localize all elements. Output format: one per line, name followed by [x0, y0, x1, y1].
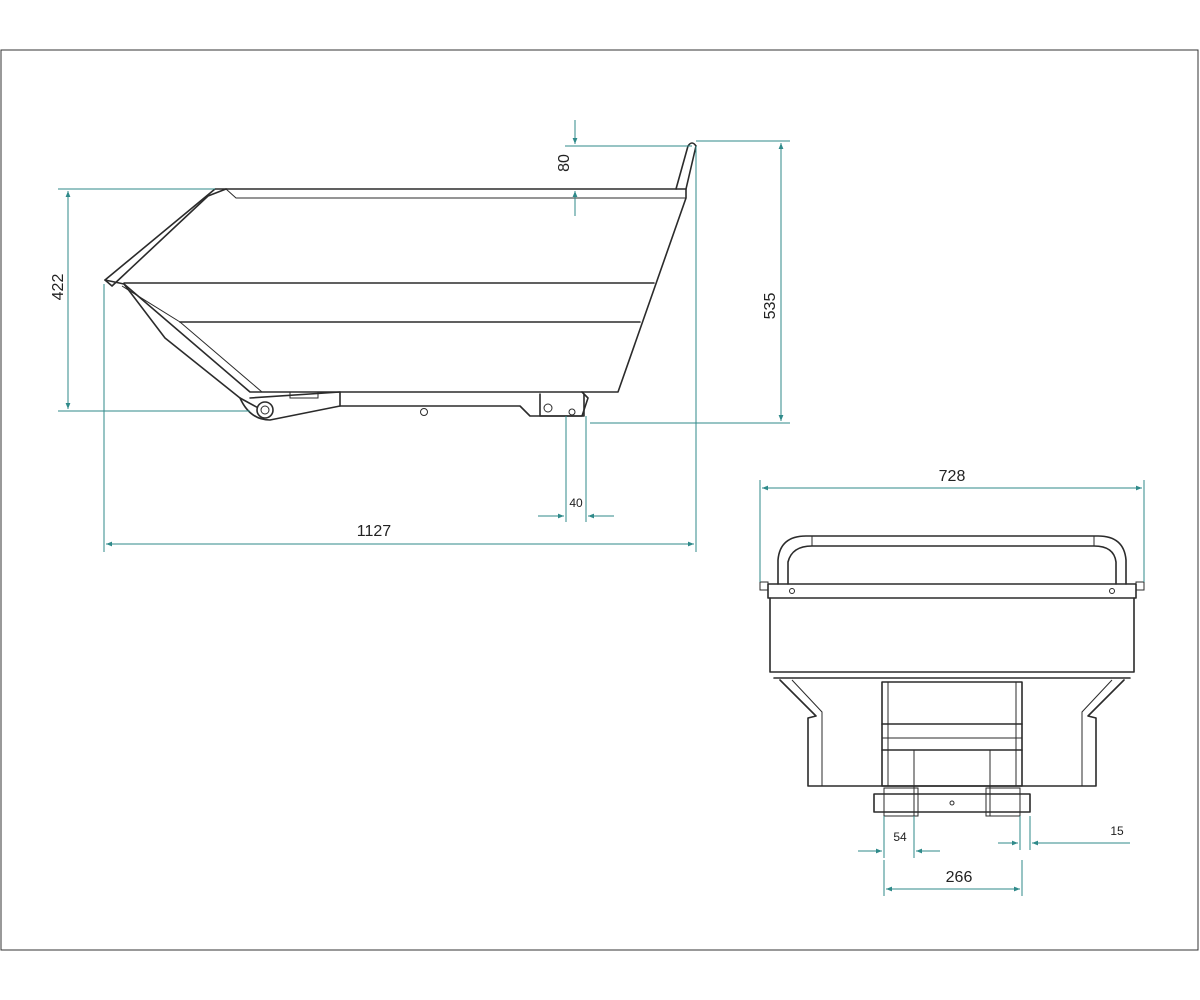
front-handle-bar-inner: [787, 545, 1117, 585]
front-lower-hopper: [779, 679, 1125, 787]
front-body-box: [769, 597, 1135, 673]
front-top-rim: [767, 583, 1137, 599]
dimension-label-15: 15: [1110, 824, 1124, 838]
hopper-body-outline: [104, 188, 687, 393]
rail-bolt: [420, 408, 428, 416]
front-rim-bolt-left: [789, 588, 795, 594]
front-view: [759, 535, 1145, 817]
release-handle: [675, 142, 697, 190]
front-rim-tab-left: [759, 581, 769, 591]
hopper-front-lip: [104, 188, 227, 287]
fork-pocket-bracket: [539, 393, 585, 417]
front-fork-frame: [881, 681, 1023, 787]
dimension-label-80: 80: [556, 154, 573, 172]
side-view: [104, 142, 697, 421]
technical-drawing: 422 80 535 40 1127 728 54 15 266: [0, 49, 1199, 951]
pivot-pin: [256, 401, 274, 419]
front-rim-tab-right: [1135, 581, 1145, 591]
dimension-label-1127: 1127: [357, 523, 392, 540]
front-base-plate: [873, 793, 1031, 813]
hopper-front-panel-line: [121, 285, 263, 393]
side-view-dimensions: 422 80 535 40 1127: [50, 120, 790, 552]
dimension-label-266: 266: [946, 869, 973, 886]
hopper-bottom-curve: [123, 283, 263, 411]
drawing-frame: [0, 49, 1199, 951]
dimension-label-40: 40: [569, 496, 583, 510]
dimension-label-728: 728: [939, 468, 966, 485]
dimension-label-422: 422: [50, 274, 67, 301]
front-rim-bolt-right: [1109, 588, 1115, 594]
bracket-bolt-2: [568, 408, 576, 416]
dimension-label-54: 54: [893, 830, 907, 844]
front-center-bolt: [949, 800, 955, 806]
pivot-bracket: [239, 397, 341, 421]
base-rail: [249, 391, 589, 417]
dimension-label-535: 535: [762, 293, 779, 320]
hopper-top-rim: [225, 188, 686, 199]
front-lower-hopper-inner: [791, 679, 1113, 786]
front-handle-bar: [777, 535, 1127, 585]
bracket-bolt-1: [543, 403, 553, 413]
